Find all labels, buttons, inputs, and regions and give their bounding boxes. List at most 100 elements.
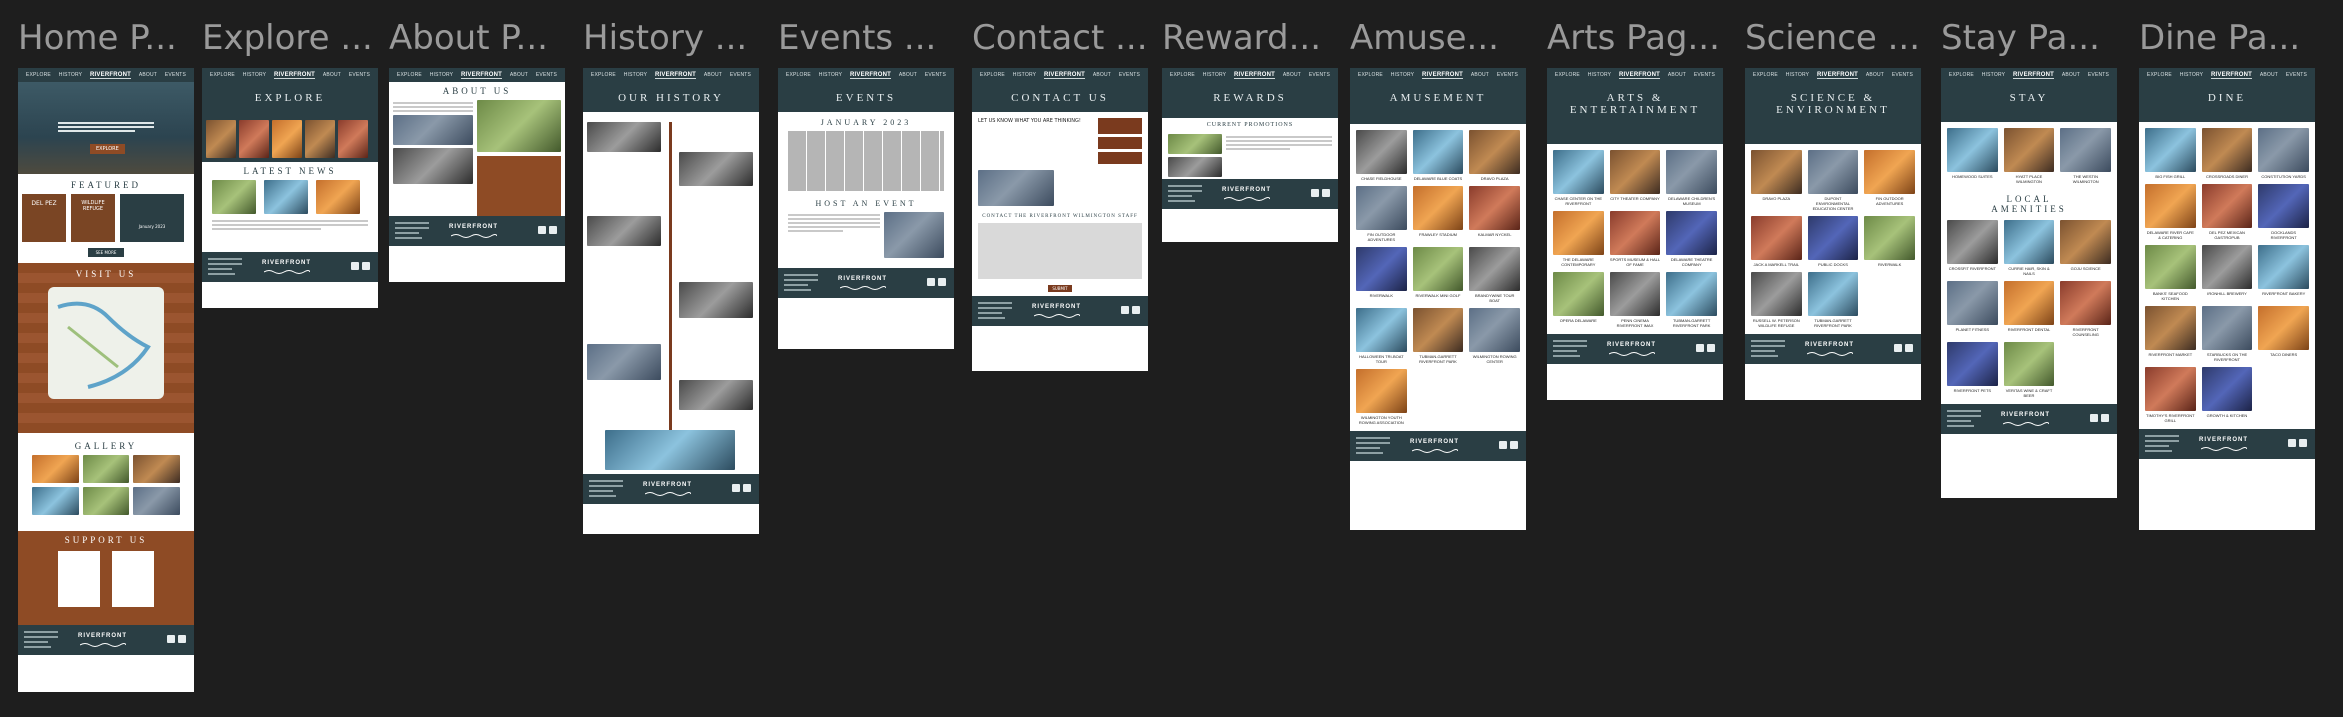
listing-card[interactable]: CURRIE HAIR, SKIN & NAILS xyxy=(2003,220,2055,276)
frame-title-amusement[interactable]: Amuse... xyxy=(1350,18,1499,58)
listing-card[interactable]: CITY THEATER COMPANY xyxy=(1609,150,1661,206)
explore-tile[interactable] xyxy=(239,120,269,158)
nav-events[interactable]: EVENTS xyxy=(1694,72,1715,78)
listing-card[interactable]: CHASE CENTER ON THE RIVERFRONT xyxy=(1553,150,1604,206)
listing-card[interactable]: RIVERWALK MINI GOLF xyxy=(1412,247,1464,303)
listing-card[interactable]: DUPONT ENVIRONMENTAL EDUCATION CENTER xyxy=(1807,150,1859,211)
nav-events[interactable]: EVENTS xyxy=(1497,72,1518,78)
listing-card[interactable]: HOMEWOOD SUITES xyxy=(1947,128,1998,184)
footer-brand[interactable]: RIVERFRONT xyxy=(1032,304,1081,310)
listing-card[interactable]: PLANET FITNESS xyxy=(1947,281,1998,337)
listing-card[interactable]: DELAWARE THEATRE COMPANY xyxy=(1666,211,1717,267)
nav-history[interactable]: HISTORY xyxy=(2180,72,2203,78)
facebook-icon[interactable] xyxy=(538,226,546,234)
nav-about[interactable]: ABOUT xyxy=(2062,72,2080,78)
listing-card[interactable]: THE WESTIN WILMINGTON xyxy=(2060,128,2111,184)
nav-events[interactable]: EVENTS xyxy=(349,72,370,78)
twitter-icon[interactable] xyxy=(743,484,751,492)
listing-card[interactable]: HALLOWEEN TRI-BOAT TOUR xyxy=(1356,308,1407,364)
listing-card[interactable]: CROSSROADS DINER xyxy=(2201,128,2253,179)
nav-explore[interactable]: EXPLORE xyxy=(1753,72,1778,78)
nav-explore[interactable]: EXPLORE xyxy=(1555,72,1580,78)
explore-tile[interactable] xyxy=(272,120,302,158)
listing-card[interactable]: CROSSFIT RIVERFRONT xyxy=(1947,220,1998,276)
nav-explore[interactable]: EXPLORE xyxy=(397,72,422,78)
support-card[interactable] xyxy=(58,551,100,607)
nav-logo[interactable]: RIVERFRONT xyxy=(1234,72,1276,79)
nav-explore[interactable]: EXPLORE xyxy=(786,72,811,78)
nav-explore[interactable]: EXPLORE xyxy=(1358,72,1383,78)
listing-card[interactable]: STARBUCKS ON THE RIVERFRONT xyxy=(2201,306,2253,362)
twitter-icon[interactable] xyxy=(549,226,557,234)
listing-card[interactable]: PENN CINEMA RIVERFRONT IMAX xyxy=(1609,272,1661,328)
nav-logo[interactable]: RIVERFRONT xyxy=(2211,72,2253,79)
nav-events[interactable]: EVENTS xyxy=(730,72,751,78)
nav-history[interactable]: HISTORY xyxy=(1588,72,1611,78)
nav-logo[interactable]: RIVERFRONT xyxy=(2013,72,2055,79)
nav-history[interactable]: HISTORY xyxy=(430,72,453,78)
listing-card[interactable]: RIVERFRONT BAKERY xyxy=(2258,245,2309,301)
listing-card[interactable]: JACK A MARKELL TRAIL xyxy=(1751,216,1802,267)
listing-card[interactable]: TIMOTHY'S RIVERFRONT GRILL xyxy=(2145,367,2196,423)
footer-brand[interactable]: RIVERFRONT xyxy=(2001,412,2050,418)
listing-card[interactable]: TUBMAN-GARRETT RIVERFRONT PARK xyxy=(1807,272,1859,328)
nav-history[interactable]: HISTORY xyxy=(1391,72,1414,78)
frame-title-contact[interactable]: Contact ... xyxy=(972,18,1148,58)
listing-card[interactable]: IRONHILL BREWERY xyxy=(2201,245,2253,301)
explore-tile[interactable] xyxy=(338,120,368,158)
listing-card[interactable]: RIVERFRONT MARKET xyxy=(2145,306,2196,362)
nav-logo[interactable]: RIVERFRONT xyxy=(655,72,697,79)
news-photo[interactable] xyxy=(264,180,308,214)
facebook-icon[interactable] xyxy=(2288,439,2296,447)
gallery-photo[interactable] xyxy=(82,455,130,483)
listing-card[interactable]: TUBMAN-GARRETT RIVERFRONT PARK xyxy=(1412,308,1464,364)
nav-explore[interactable]: EXPLORE xyxy=(591,72,616,78)
facebook-icon[interactable] xyxy=(351,262,359,270)
listing-card[interactable]: CHASE FIELDHOUSE xyxy=(1356,130,1407,181)
nav-about[interactable]: ABOUT xyxy=(1866,72,1884,78)
gallery-photo[interactable] xyxy=(133,455,180,483)
nav-events[interactable]: EVENTS xyxy=(1892,72,1913,78)
listing-card[interactable]: DRAVO PLAZA xyxy=(1469,130,1520,181)
nav-about[interactable]: ABOUT xyxy=(1668,72,1686,78)
nav-explore[interactable]: EXPLORE xyxy=(26,72,51,78)
facebook-icon[interactable] xyxy=(2090,414,2098,422)
listing-card[interactable]: DRAVO PLAZA xyxy=(1751,150,1802,211)
nav-about[interactable]: ABOUT xyxy=(2260,72,2278,78)
footer-brand[interactable]: RIVERFRONT xyxy=(1410,439,1459,445)
listing-card[interactable]: BRANDYWINE TOUR BOAT xyxy=(1469,247,1520,303)
nav-history[interactable]: HISTORY xyxy=(59,72,82,78)
nav-logo[interactable]: RIVERFRONT xyxy=(461,72,503,79)
nav-logo[interactable]: RIVERFRONT xyxy=(1817,72,1859,79)
nav-explore[interactable]: EXPLORE xyxy=(1949,72,1974,78)
events-calendar[interactable] xyxy=(788,131,944,191)
footer-brand[interactable]: RIVERFRONT xyxy=(78,633,127,639)
news-photo[interactable] xyxy=(316,180,360,214)
twitter-icon[interactable] xyxy=(362,262,370,270)
see-more-button[interactable]: SEE MORE xyxy=(88,248,124,257)
frame-title-events[interactable]: Events ... xyxy=(778,18,936,58)
twitter-icon[interactable] xyxy=(178,635,186,643)
listing-card[interactable]: VERITAS WINE & CRAFT BEER xyxy=(2003,342,2055,398)
listing-card[interactable]: RIVERFRONT DENTAL xyxy=(2003,281,2055,337)
nav-history[interactable]: HISTORY xyxy=(1203,72,1226,78)
explore-hero-button[interactable]: EXPLORE xyxy=(90,144,125,154)
listing-card[interactable]: GROWTH & KITCHEN xyxy=(2201,367,2253,423)
footer-brand[interactable]: RIVERFRONT xyxy=(449,224,498,230)
listing-card[interactable]: BANKS' SEAFOOD KITCHEN xyxy=(2145,245,2196,301)
calendar-month[interactable]: JANUARY 2023 xyxy=(778,112,954,131)
nav-history[interactable]: HISTORY xyxy=(243,72,266,78)
nav-logo[interactable]: RIVERFRONT xyxy=(1619,72,1661,79)
nav-about[interactable]: ABOUT xyxy=(1471,72,1489,78)
gallery-photo[interactable] xyxy=(32,487,79,515)
nav-about[interactable]: ABOUT xyxy=(899,72,917,78)
listing-card[interactable]: RIVERFRONT PETS xyxy=(1947,342,1998,398)
nav-about[interactable]: ABOUT xyxy=(323,72,341,78)
about-map[interactable] xyxy=(477,100,561,152)
listing-card[interactable]: TACO DINERS xyxy=(2258,306,2309,362)
nav-history[interactable]: HISTORY xyxy=(819,72,842,78)
listing-card[interactable]: SPORTS MUSEUM & HALL OF FAME xyxy=(1609,211,1661,267)
facebook-icon[interactable] xyxy=(1696,344,1704,352)
frame-title-dine[interactable]: Dine Pa... xyxy=(2139,18,2300,58)
listing-card[interactable]: DELAWARE CHILDREN'S MUSEUM xyxy=(1666,150,1717,206)
